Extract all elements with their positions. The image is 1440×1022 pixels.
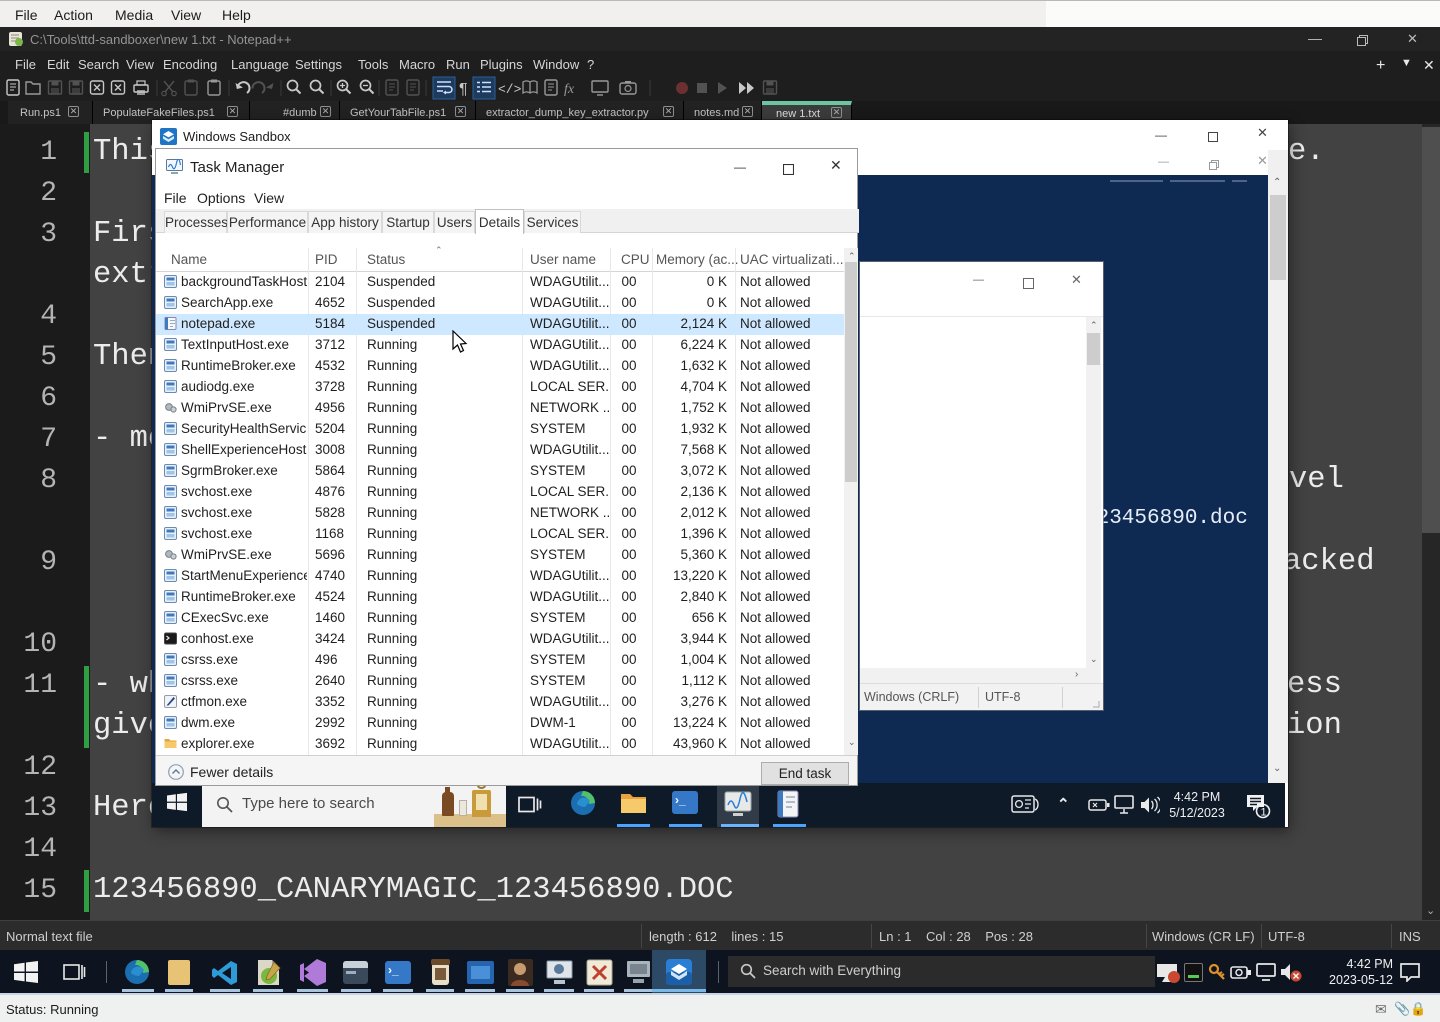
svg-text:¶: ¶ (459, 81, 468, 98)
svg-text:</>: </> (498, 82, 522, 97)
svg-text:fx: fx (564, 82, 575, 97)
svg-text:1: 1 (1261, 807, 1267, 819)
